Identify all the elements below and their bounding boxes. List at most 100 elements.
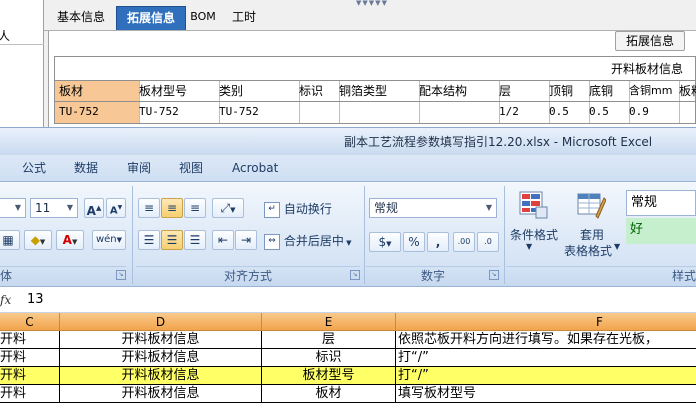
cell-d[interactable]: 开料板材信息 <box>60 367 262 384</box>
grid-cell[interactable] <box>415 102 500 123</box>
grid-header-cell[interactable]: 含铜mm <box>625 81 680 101</box>
cell-c[interactable]: 开料 <box>0 385 60 402</box>
tab-data[interactable]: 数据 <box>74 155 98 182</box>
column-header-c[interactable]: C <box>0 313 60 331</box>
orientation-icon[interactable]: ⤢▼ <box>212 198 244 218</box>
comma-button[interactable]: , <box>427 232 449 252</box>
tab-work-hours[interactable]: 工时 <box>224 6 264 30</box>
decrease-indent-icon[interactable]: ⇤ <box>212 230 234 250</box>
align-center-icon[interactable]: ☰ <box>161 230 183 250</box>
font-size-value: 11 <box>35 201 51 215</box>
cell-e[interactable]: 层 <box>262 331 396 348</box>
phonetic-icon[interactable]: wén▼ <box>92 230 126 250</box>
align-bottom-icon[interactable]: ≡ <box>184 198 206 218</box>
align-left-icon[interactable]: ☰ <box>138 230 160 250</box>
tab-view[interactable]: 视图 <box>179 155 203 182</box>
table-row-highlighted[interactable]: 开料 开料板材信息 板材型号 打“/” <box>0 367 696 385</box>
align-middle-icon[interactable]: ≡ <box>161 198 183 218</box>
format-as-table-label-2[interactable]: 表格格式 <box>564 242 612 259</box>
cell-e[interactable]: 板材 <box>262 385 396 402</box>
wrap-text-button[interactable]: ↵ 自动换行 <box>264 200 332 218</box>
format-as-table-icon[interactable] <box>576 190 607 220</box>
style-good[interactable]: 好 <box>626 218 696 244</box>
grid-header-cell[interactable]: 板料 <box>675 81 696 101</box>
format-as-table-label-1[interactable]: 套用 <box>580 226 604 243</box>
grid-cell[interactable] <box>335 102 420 123</box>
grid-data-row[interactable]: TU-752 TU-752 TU-752 1/2 0.5 0.5 0.9 <box>54 102 696 124</box>
cell-f[interactable]: 依照芯板开料方向进行填写。如果存在光板， <box>396 331 696 348</box>
increase-decimal-icon[interactable]: .00 <box>453 232 475 252</box>
tree-item-label[interactable]: 人 <box>0 27 10 44</box>
cell-c[interactable]: 开料 <box>0 331 60 348</box>
table-row[interactable]: 开料 开料板材信息 层 依照芯板开料方向进行填写。如果存在光板， <box>0 331 696 349</box>
grid-header-cell[interactable]: 层 <box>495 81 550 101</box>
shrink-font-icon[interactable]: A▼ <box>106 198 126 218</box>
dropdown-arrow-icon[interactable]: ▼ <box>614 242 620 251</box>
align-right-icon[interactable]: ☰ <box>184 230 206 250</box>
grid-header-cell[interactable]: 配本结构 <box>415 81 500 101</box>
grid-header-cell[interactable]: 板材 <box>55 81 140 101</box>
cell-e[interactable]: 板材型号 <box>262 367 396 384</box>
tab-bom[interactable]: BOM <box>186 6 220 30</box>
grid-cell[interactable]: 0.9 <box>625 102 680 123</box>
tab-review[interactable]: 审阅 <box>127 155 151 182</box>
tab-basic-info[interactable]: 基本信息 <box>48 6 114 30</box>
cell-e[interactable]: 标识 <box>262 349 396 366</box>
grid-header-cell[interactable]: 板材型号 <box>135 81 220 101</box>
font-size-combo[interactable]: 11 ▼ <box>30 198 78 218</box>
number-format-combo[interactable]: 常规 ▼ <box>369 198 497 218</box>
table-row[interactable]: 开料 开料板材信息 标识 打“/” <box>0 349 696 367</box>
style-normal[interactable]: 常规 <box>626 190 696 216</box>
font-name-combo[interactable]: ▼ <box>0 198 26 218</box>
cell-d[interactable]: 开料板材信息 <box>60 349 262 366</box>
grid-header-cell[interactable]: 底铜 <box>585 81 630 101</box>
tab-extended-info[interactable]: 拓展信息 <box>116 6 186 37</box>
grid-cell[interactable] <box>295 102 340 123</box>
function-icon[interactable]: fx <box>0 287 12 314</box>
grow-font-icon[interactable]: A▲ <box>84 198 104 218</box>
conditional-format-label[interactable]: 条件格式 <box>510 226 558 243</box>
conditional-format-icon[interactable] <box>518 190 548 220</box>
decrease-decimal-icon[interactable]: .0 <box>477 232 499 252</box>
cell-f[interactable]: 打“/” <box>396 367 696 384</box>
align-top-icon[interactable]: ≡ <box>138 198 160 218</box>
grid-cell[interactable]: TU-752 <box>135 102 220 123</box>
alignment-dialog-launcher-icon[interactable]: ↘ <box>350 270 360 280</box>
grid-header-cell[interactable]: 顶铜 <box>545 81 590 101</box>
cell-f[interactable]: 打“/” <box>396 349 696 366</box>
font-color-icon[interactable]: A▼ <box>56 230 84 250</box>
grid-cell[interactable]: 0.5 <box>545 102 590 123</box>
tab-acrobat[interactable]: Acrobat <box>232 155 278 182</box>
left-tree-panel[interactable]: 人 <box>0 0 44 127</box>
table-row[interactable]: 开料 开料板材信息 板材 填写板材型号 <box>0 385 696 403</box>
window-title: 副本工艺流程参数填写指引12.20.xlsx - Microsoft Excel <box>344 135 653 149</box>
grid-cell[interactable]: TU-752 <box>215 102 300 123</box>
grid-header-cell[interactable]: 铜箔类型 <box>335 81 420 101</box>
cell-c[interactable]: 开料 <box>0 367 60 384</box>
cell-d[interactable]: 开料板材信息 <box>60 385 262 402</box>
extended-info-button[interactable]: 拓展信息 <box>615 31 685 51</box>
increase-indent-icon[interactable]: ⇥ <box>235 230 257 250</box>
dropdown-arrow-icon[interactable]: ▼ <box>526 242 532 251</box>
merge-center-button[interactable]: ⇔ 合并后居中 ▼ <box>264 232 351 250</box>
grid-cell[interactable]: 0.5 <box>585 102 630 123</box>
number-dialog-launcher-icon[interactable]: ↘ <box>489 270 499 280</box>
grid-cell[interactable] <box>675 102 696 123</box>
formula-input[interactable]: 13 <box>27 287 44 314</box>
column-header-e[interactable]: E <box>262 313 396 331</box>
grid-header-cell[interactable]: 类别 <box>215 81 300 101</box>
cell-c[interactable]: 开料 <box>0 349 60 366</box>
currency-icon[interactable]: $▼ <box>369 232 401 252</box>
percent-button[interactable]: % <box>403 232 425 252</box>
cell-d[interactable]: 开料板材信息 <box>60 331 262 348</box>
column-header-d[interactable]: D <box>60 313 262 331</box>
fill-color-icon[interactable]: ◆▼ <box>24 230 52 250</box>
grid-cell[interactable]: TU-752 <box>55 102 140 123</box>
tab-formulas[interactable]: 公式 <box>22 155 46 182</box>
cell-f[interactable]: 填写板材型号 <box>396 385 696 402</box>
column-header-f[interactable]: F <box>396 313 696 331</box>
border-icon[interactable]: ▦ <box>0 230 20 250</box>
font-dialog-launcher-icon[interactable]: ↘ <box>116 270 126 280</box>
grid-header-cell[interactable]: 标识 <box>295 81 340 101</box>
grid-cell[interactable]: 1/2 <box>495 102 550 123</box>
